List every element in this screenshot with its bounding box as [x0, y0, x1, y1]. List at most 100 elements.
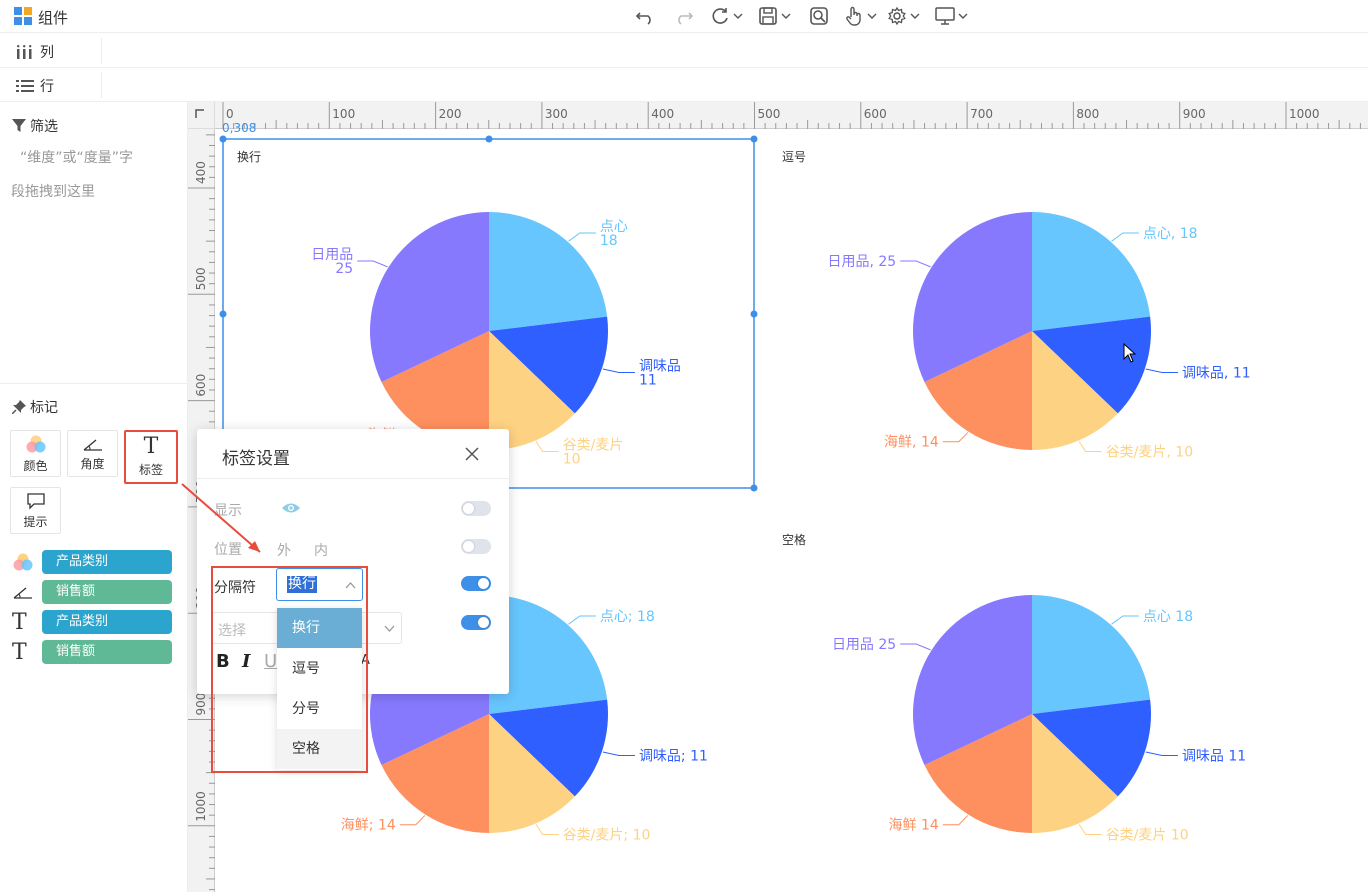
- ruler-label: 100: [332, 107, 355, 121]
- undo-button[interactable]: [634, 3, 656, 29]
- label-leader-line: [1078, 824, 1102, 836]
- redo-icon: [678, 12, 694, 25]
- tooltip-mark-button[interactable]: 提示: [10, 487, 61, 534]
- position-toggle[interactable]: [461, 539, 491, 554]
- chevron-down-icon: [781, 13, 791, 19]
- ruler-label: 1000: [1289, 107, 1320, 121]
- ruler-label: 0: [226, 107, 234, 121]
- mark-field-row[interactable]: T: [12, 639, 27, 665]
- slice-label: 调味品 11: [1182, 748, 1246, 764]
- chevron-down-icon: [910, 13, 920, 19]
- color-circles-icon: [13, 553, 33, 571]
- color-circles-icon: [26, 435, 45, 452]
- ruler-label: 600: [194, 374, 208, 397]
- position-inner-option[interactable]: 内: [314, 540, 328, 560]
- field-pill[interactable]: 销售额: [42, 580, 172, 604]
- filter-drop-hint-2[interactable]: 段拖拽到这里: [11, 181, 95, 201]
- close-icon[interactable]: [463, 445, 481, 463]
- horizontal-ruler[interactable]: 0 100 200 300 400 500 600 700 800 900 1000: [215, 102, 1368, 129]
- resize-handle[interactable]: [219, 310, 227, 318]
- chart-title: 逗号: [782, 150, 807, 164]
- filter-drop-hint[interactable]: “维度”或“度量”字: [20, 147, 133, 167]
- ruler-ticks: 0 100 200 300 400 500 600 700 800 900 1000: [222, 102, 1361, 129]
- label-leader-line: [1145, 751, 1178, 756]
- pie-slice[interactable]: [1032, 212, 1151, 331]
- text-t-icon: T: [12, 639, 27, 665]
- eye-icon[interactable]: [281, 501, 301, 515]
- slice-value-label: 11: [639, 372, 657, 388]
- slice-value-label: 18: [600, 233, 618, 249]
- ruler-label: 300: [545, 107, 568, 121]
- label-leader-line: [535, 824, 559, 836]
- font-toggle[interactable]: [461, 615, 491, 630]
- ruler-label: 400: [651, 107, 674, 121]
- label-leader-line: [1111, 232, 1139, 242]
- resize-handle[interactable]: [485, 135, 493, 143]
- color-mark-button[interactable]: 颜色: [10, 430, 61, 477]
- left-panel: 筛选 “维度”或“度量”字 段拖拽到这里 标记 颜色 角度 T 标签 提示 产品…: [0, 102, 188, 892]
- save-icon: [759, 7, 777, 25]
- save-button[interactable]: [757, 3, 791, 29]
- ruler-label: 500: [758, 107, 781, 121]
- marks-title: 标记: [12, 397, 58, 417]
- field-pill[interactable]: 销售额: [42, 640, 172, 664]
- slice-label: 谷类/麦片 10: [1106, 828, 1189, 844]
- resize-handle[interactable]: [750, 310, 758, 318]
- label-leader-line: [602, 751, 635, 756]
- mark-field-row[interactable]: [12, 580, 34, 604]
- component-grid-icon[interactable]: [14, 7, 32, 25]
- chevron-down-icon: [958, 13, 968, 19]
- position-outer-option[interactable]: 外: [277, 540, 291, 560]
- redo-button[interactable]: [673, 3, 695, 29]
- pie-slice[interactable]: [1032, 595, 1151, 714]
- screen-button[interactable]: [934, 3, 968, 29]
- app-title[interactable]: 组件: [38, 7, 68, 28]
- refresh-button[interactable]: [709, 3, 743, 29]
- chevron-down-icon: [384, 625, 395, 632]
- top-toolbar: 组件: [0, 0, 1368, 33]
- resize-handle[interactable]: [219, 135, 227, 143]
- list-rows-icon: [16, 80, 34, 92]
- show-toggle[interactable]: [461, 501, 491, 516]
- settings-button[interactable]: [886, 3, 920, 29]
- label-leader-line: [1078, 441, 1102, 453]
- slice-label: 谷类/麦片; 10: [563, 828, 651, 844]
- rows-shelf[interactable]: 行: [0, 68, 1368, 102]
- columns-shelf[interactable]: 列: [0, 34, 1368, 68]
- dialog-title: 标签设置: [222, 449, 290, 469]
- ruler-corner[interactable]: [188, 102, 215, 129]
- resize-handle[interactable]: [750, 484, 758, 492]
- angle-mark-button[interactable]: 角度: [67, 430, 118, 477]
- ruler-label: 1000: [194, 791, 208, 822]
- preview-search-icon: [810, 7, 828, 25]
- label-leader-line: [942, 432, 969, 443]
- ruler-label: 700: [970, 107, 993, 121]
- field-pill[interactable]: 产品类别: [42, 610, 172, 634]
- slice-label: 点心, 18: [1143, 226, 1198, 242]
- slice-label: 日用品, 25: [827, 254, 896, 270]
- refresh-icon: [712, 8, 728, 24]
- label-leader-line: [602, 368, 635, 373]
- pie-slice[interactable]: [489, 212, 608, 331]
- ruler-label: 600: [864, 107, 887, 121]
- ruler-label: 500: [194, 267, 208, 290]
- separator-toggle[interactable]: [461, 576, 491, 591]
- label-leader-line: [399, 815, 426, 826]
- label-leader-line: [942, 815, 969, 826]
- chart-title: 空格: [782, 533, 807, 547]
- chevron-down-icon: [733, 13, 743, 19]
- resize-handle[interactable]: [750, 135, 758, 143]
- label-mark-button[interactable]: T 标签: [124, 430, 178, 484]
- hand-pointer-icon: [846, 6, 861, 26]
- preview-button[interactable]: [808, 3, 830, 29]
- mark-field-row[interactable]: [12, 550, 34, 574]
- slice-label: 海鲜 14: [889, 818, 939, 834]
- columns-shelf-label: 列: [16, 42, 54, 62]
- interaction-button[interactable]: [843, 3, 877, 29]
- rows-shelf-label: 行: [16, 76, 54, 96]
- field-pill[interactable]: 产品类别: [42, 550, 172, 574]
- mark-field-row[interactable]: T: [12, 610, 27, 635]
- toggle-knob: [478, 617, 489, 628]
- text-t-icon: T: [143, 434, 159, 459]
- ruler-label: 200: [439, 107, 462, 121]
